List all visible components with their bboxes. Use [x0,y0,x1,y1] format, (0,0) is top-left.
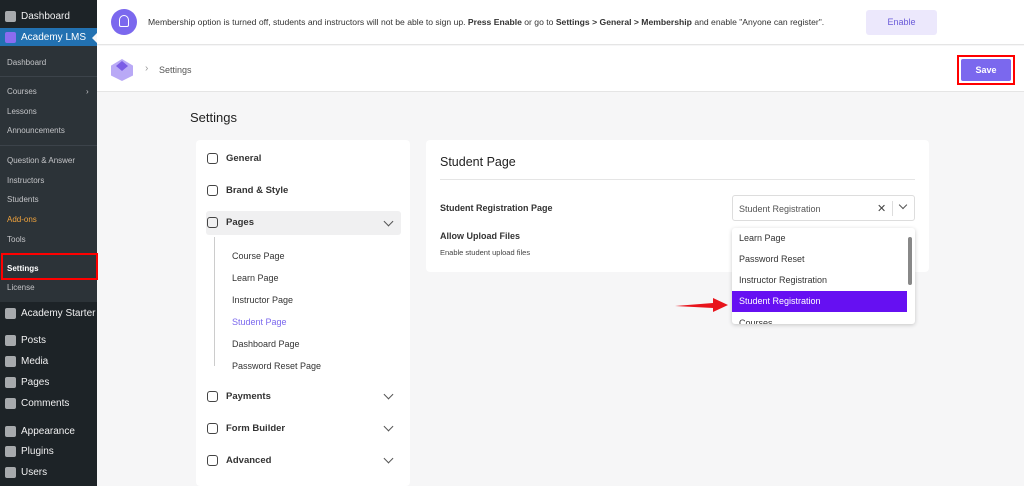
submenu-label: Courses [7,87,37,96]
chevron-down-icon[interactable] [383,389,394,400]
menu-label: Comments [21,398,70,409]
menu-academy-starter[interactable]: Academy Starter [0,308,97,319]
menu-label: Academy Starter [21,308,96,319]
menu-dashboard[interactable]: Dashboard [0,11,97,22]
menu-label: Media [21,356,49,367]
general-icon [207,153,218,164]
menu-label: Plugins [21,446,54,457]
menu-plugins[interactable]: Plugins [0,446,97,457]
pages-icon [207,217,218,228]
comment-icon [5,398,16,409]
nav-instructor-page[interactable]: Instructor Page [232,295,293,305]
reg-page-select[interactable]: Student Registration ✕ [732,195,915,221]
submenu-students[interactable]: Students [0,195,97,204]
page-title: Settings [190,110,237,125]
option-instructor-registration[interactable]: Instructor Registration [732,270,907,291]
menu-media[interactable]: Media [0,356,97,367]
divider [0,145,97,146]
reg-page-label: Student Registration Page [440,203,553,213]
menu-label: Dashboard [21,11,70,22]
bell-icon [111,9,137,35]
menu-users[interactable]: Users [0,467,97,478]
tree-line [214,237,215,366]
menu-pages[interactable]: Pages [0,377,97,388]
submenu-license[interactable]: License [0,283,97,292]
nav-dashboard-page[interactable]: Dashboard Page [232,339,300,349]
option-courses[interactable]: Courses [732,313,907,324]
divider [0,76,97,77]
chevron-down-icon[interactable] [383,421,394,432]
nav-course-page[interactable]: Course Page [232,251,285,261]
notice-text: Membership option is turned off, student… [148,17,825,27]
plugin-icon [5,446,16,457]
media-icon [5,356,16,367]
option-password-reset[interactable]: Password Reset [732,249,907,270]
submenu-tools[interactable]: Tools [0,235,97,244]
brand-icon [207,185,218,196]
graduation-cap-icon [5,308,16,319]
nav-learn-page[interactable]: Learn Page [232,273,279,283]
submenu-addons[interactable]: Add-ons [0,215,97,224]
submenu-instructors[interactable]: Instructors [0,176,97,185]
dropdown-scrollbar[interactable] [908,237,912,285]
sliders-icon [207,455,218,466]
brush-icon [5,426,16,437]
academy-icon [5,32,16,43]
menu-label: Posts [21,335,47,346]
save-highlight: Save [957,55,1015,85]
menu-label: Academy LMS [21,32,87,43]
red-arrow-annotation [675,298,728,312]
menu-label: Users [21,467,48,478]
payments-icon [207,391,218,402]
separator [892,201,893,216]
menu-academy-lms[interactable]: Academy LMS [0,32,97,43]
upload-label: Allow Upload Files [440,231,521,241]
enable-button[interactable]: Enable [866,10,937,35]
submenu-courses[interactable]: Courses › [0,87,97,96]
form-icon [207,423,218,434]
menu-comments[interactable]: Comments [0,398,97,409]
divider [440,179,915,180]
user-icon [5,467,16,478]
select-value: Student Registration [739,204,821,214]
pin-icon [5,335,16,346]
upload-desc: Enable student upload files [440,248,531,257]
settings-nav: General Brand & Style Pages Course Page … [196,140,410,486]
reg-page-dropdown: Learn Page Password Reset Instructor Reg… [732,228,915,324]
option-student-registration[interactable]: Student Registration [732,291,907,312]
nav-student-page[interactable]: Student Page [232,317,287,327]
menu-appearance[interactable]: Appearance [0,426,97,437]
clear-icon[interactable]: ✕ [877,202,886,215]
academy-logo-icon [111,59,133,81]
panel-title: Student Page [440,155,516,169]
menu-label: Pages [21,377,50,388]
breadcrumb-separator-icon: › [145,63,149,74]
membership-notice: Membership option is turned off, student… [97,0,1024,45]
menu-posts[interactable]: Posts [0,335,97,346]
submenu-announcements[interactable]: Announcements [0,126,97,135]
submenu-lessons[interactable]: Lessons [0,107,97,116]
submenu-qa[interactable]: Question & Answer [0,156,97,165]
chevron-down-icon[interactable] [898,200,908,210]
option-learn-page[interactable]: Learn Page [732,228,907,249]
pages-icon [5,377,16,388]
chevron-right-icon: › [86,87,89,96]
dashboard-icon [5,11,16,22]
submenu-settings[interactable]: Settings [0,264,97,273]
menu-label: Appearance [21,426,75,437]
breadcrumb: Settings [159,65,192,75]
nav-password-reset-page[interactable]: Password Reset Page [232,361,321,371]
save-button[interactable]: Save [961,59,1011,81]
submenu-dashboard[interactable]: Dashboard [0,58,97,67]
chevron-down-icon[interactable] [383,453,394,464]
page-header: › Settings Save [97,46,1024,92]
